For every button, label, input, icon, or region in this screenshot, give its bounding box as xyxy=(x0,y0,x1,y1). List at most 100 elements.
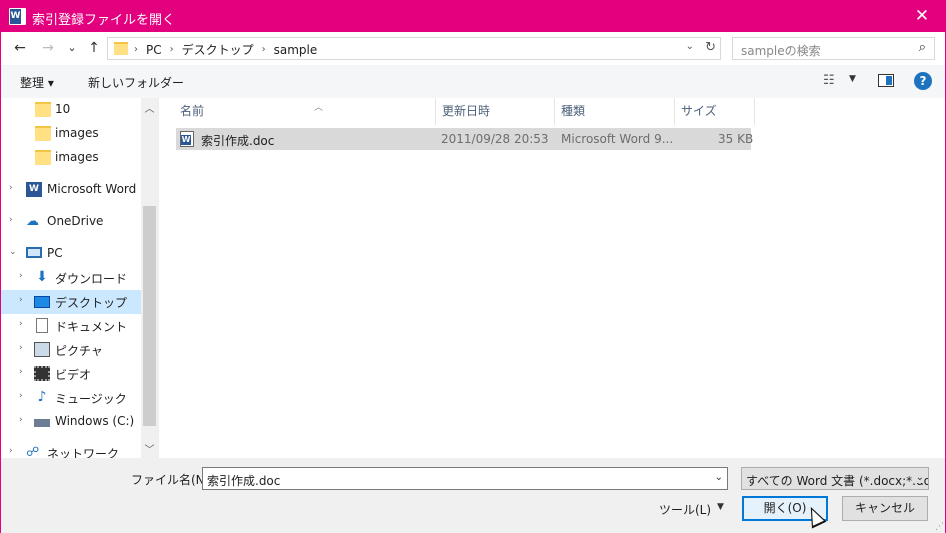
sidebar-item-label: ビデオ xyxy=(55,368,92,382)
sidebar-item-windows-c[interactable]: › Windows (C:) xyxy=(1,410,141,434)
file-name: 索引作成.doc xyxy=(201,134,275,148)
sidebar-item-downloads[interactable]: › ⬇ ダウンロード xyxy=(1,266,141,290)
sidebar-item-label: Windows (C:) xyxy=(55,414,135,428)
view-options-icon[interactable]: ☷ xyxy=(823,73,835,88)
new-folder-button[interactable]: 新しいフォルダー xyxy=(88,74,184,91)
dialog-title: 索引登録ファイルを開く xyxy=(32,13,176,28)
chevron-right-icon[interactable]: › xyxy=(19,343,23,353)
sidebar-item-pc[interactable]: ⌄ PC xyxy=(1,242,141,266)
navigation-scrollbar[interactable]: ︿ ﹀ xyxy=(141,98,158,458)
command-bar: 整理 ▾ 新しいフォルダー ☷ ▼ ? xyxy=(1,65,945,98)
breadcrumb: › PC › デスクトップ › sample xyxy=(134,41,318,58)
resize-grip-icon[interactable]: ⋰ xyxy=(935,522,944,532)
sidebar-item-images-2[interactable]: images xyxy=(1,146,141,170)
chevron-right-icon[interactable]: › xyxy=(19,271,23,281)
sidebar-item-documents[interactable]: › ドキュメント xyxy=(1,314,141,338)
forward-button[interactable]: → xyxy=(37,37,59,59)
chevron-right-icon[interactable]: › xyxy=(19,415,23,425)
sidebar-item-label: ミュージック xyxy=(55,392,127,406)
download-icon: ⬇ xyxy=(36,269,48,285)
column-header-size[interactable]: サイズ xyxy=(675,98,755,125)
recent-locations-button[interactable]: ⌄ xyxy=(61,37,83,59)
sidebar-item-music[interactable]: › ♪ ミュージック xyxy=(1,386,141,410)
back-button[interactable]: ← xyxy=(9,37,31,59)
close-button[interactable]: ✕ xyxy=(899,1,945,32)
address-bar[interactable]: › PC › デスクトップ › sample ⌄ ↻ xyxy=(107,37,721,60)
column-header-modified[interactable]: 更新日時 xyxy=(436,98,555,125)
cancel-button[interactable]: キャンセル xyxy=(842,496,928,521)
column-header-label: 名前 xyxy=(180,104,205,118)
network-icon: ☍ xyxy=(26,445,40,458)
file-size: 35 KB xyxy=(718,132,754,146)
chevron-right-icon[interactable]: › xyxy=(9,183,13,193)
open-file-dialog: W 索引登録ファイルを開く ✕ ← → ⌄ ↑ › PC › デスクトップ › … xyxy=(0,0,946,533)
filename-input[interactable]: 索引作成.doc ⌄ xyxy=(202,467,728,490)
title-bar: W 索引登録ファイルを開く ✕ xyxy=(1,1,945,32)
sidebar-item-videos[interactable]: › ビデオ xyxy=(1,362,141,386)
sidebar-item-label: ネットワーク xyxy=(47,447,120,458)
scroll-up-icon[interactable]: ︿ xyxy=(141,100,158,115)
chevron-down-icon[interactable]: ⌄ xyxy=(9,247,17,257)
search-icon: ⌕ xyxy=(918,40,926,55)
word-app-icon: W xyxy=(9,8,26,25)
scroll-down-icon[interactable]: ﹀ xyxy=(141,441,158,456)
chevron-right-icon[interactable]: › xyxy=(19,391,23,401)
drive-icon xyxy=(34,419,50,427)
chevron-down-icon[interactable]: ⌄ xyxy=(912,472,924,483)
help-icon[interactable]: ? xyxy=(914,72,932,90)
sidebar-item-microsoft-word[interactable]: › W Microsoft Word xyxy=(1,178,141,202)
file-type: Microsoft Word 9... xyxy=(561,132,674,146)
preview-pane-icon[interactable] xyxy=(878,74,894,87)
sidebar-item-label: 10 xyxy=(55,102,71,116)
sidebar-item-label: ピクチャ xyxy=(55,344,103,358)
breadcrumb-desktop[interactable]: デスクトップ xyxy=(182,41,254,58)
sidebar-item-pictures[interactable]: › ピクチャ xyxy=(1,338,141,362)
tools-button[interactable]: ツール(L) ▼ xyxy=(659,501,724,518)
column-header-name[interactable]: 名前 ︿ xyxy=(174,98,436,125)
up-button[interactable]: ↑ xyxy=(83,37,105,59)
file-list: 名前 ︿ 更新日時 種類 サイズ 索引作成.doc 2011/09/28 20:… xyxy=(158,98,945,458)
navigation-pane: 10 images images › W Microsoft Word › ☁ … xyxy=(1,98,158,458)
view-dropdown-icon[interactable]: ▼ xyxy=(849,74,856,84)
file-row[interactable]: 索引作成.doc 2011/09/28 20:53 Microsoft Word… xyxy=(176,128,754,150)
filetype-select[interactable]: すべての Word 文書 (*.docx;*.doc ⌄ xyxy=(741,467,929,490)
sidebar-item-label: images xyxy=(55,126,99,140)
documents-icon xyxy=(36,318,48,333)
breadcrumb-sample[interactable]: sample xyxy=(274,43,318,57)
chevron-right-icon[interactable]: › xyxy=(9,215,13,225)
word-icon: W xyxy=(26,182,42,197)
pictures-icon xyxy=(34,342,50,357)
search-placeholder: sampleの検索 xyxy=(741,44,821,58)
dialog-footer: ファイル名(N): 索引作成.doc ⌄ すべての Word 文書 (*.doc… xyxy=(1,458,945,533)
desktop-icon xyxy=(34,296,50,308)
sidebar-item-images[interactable]: images xyxy=(1,122,141,146)
breadcrumb-pc[interactable]: PC xyxy=(146,43,162,57)
folder-icon xyxy=(35,150,51,165)
chevron-down-icon[interactable]: ⌄ xyxy=(715,472,723,483)
video-icon xyxy=(34,366,50,381)
scrollbar-thumb[interactable] xyxy=(143,206,156,426)
chevron-right-icon[interactable]: › xyxy=(19,367,23,377)
tools-dropdown-icon: ▼ xyxy=(717,502,724,512)
sidebar-item-label: デスクトップ xyxy=(55,296,128,310)
organize-button[interactable]: 整理 ▾ xyxy=(20,74,54,91)
filename-value: 索引作成.doc xyxy=(207,474,281,488)
navigation-bar: ← → ⌄ ↑ › PC › デスクトップ › sample ⌄ ↻ sampl… xyxy=(1,32,945,65)
folder-icon xyxy=(35,102,51,117)
chevron-right-icon[interactable]: › xyxy=(19,319,23,329)
sidebar-item-network[interactable]: › ☍ ネットワーク xyxy=(1,441,141,458)
sidebar-item-label: Microsoft Word xyxy=(47,182,137,196)
sidebar-item-label: PC xyxy=(47,246,63,260)
onedrive-icon: ☁ xyxy=(26,214,39,229)
sidebar-item-10[interactable]: 10 xyxy=(1,98,141,122)
address-dropdown-icon[interactable]: ⌄ xyxy=(686,41,694,52)
refresh-icon[interactable]: ↻ xyxy=(705,40,716,55)
column-header-type[interactable]: 種類 xyxy=(555,98,675,125)
sidebar-item-onedrive[interactable]: › ☁ OneDrive xyxy=(1,210,141,234)
sidebar-item-desktop[interactable]: › デスクトップ xyxy=(1,290,141,314)
sidebar-item-label: ダウンロード xyxy=(55,272,128,286)
chevron-right-icon[interactable]: › xyxy=(19,295,23,305)
pc-icon xyxy=(26,247,42,258)
chevron-right-icon[interactable]: › xyxy=(9,446,13,456)
search-input[interactable]: sampleの検索 ⌕ xyxy=(732,37,935,60)
